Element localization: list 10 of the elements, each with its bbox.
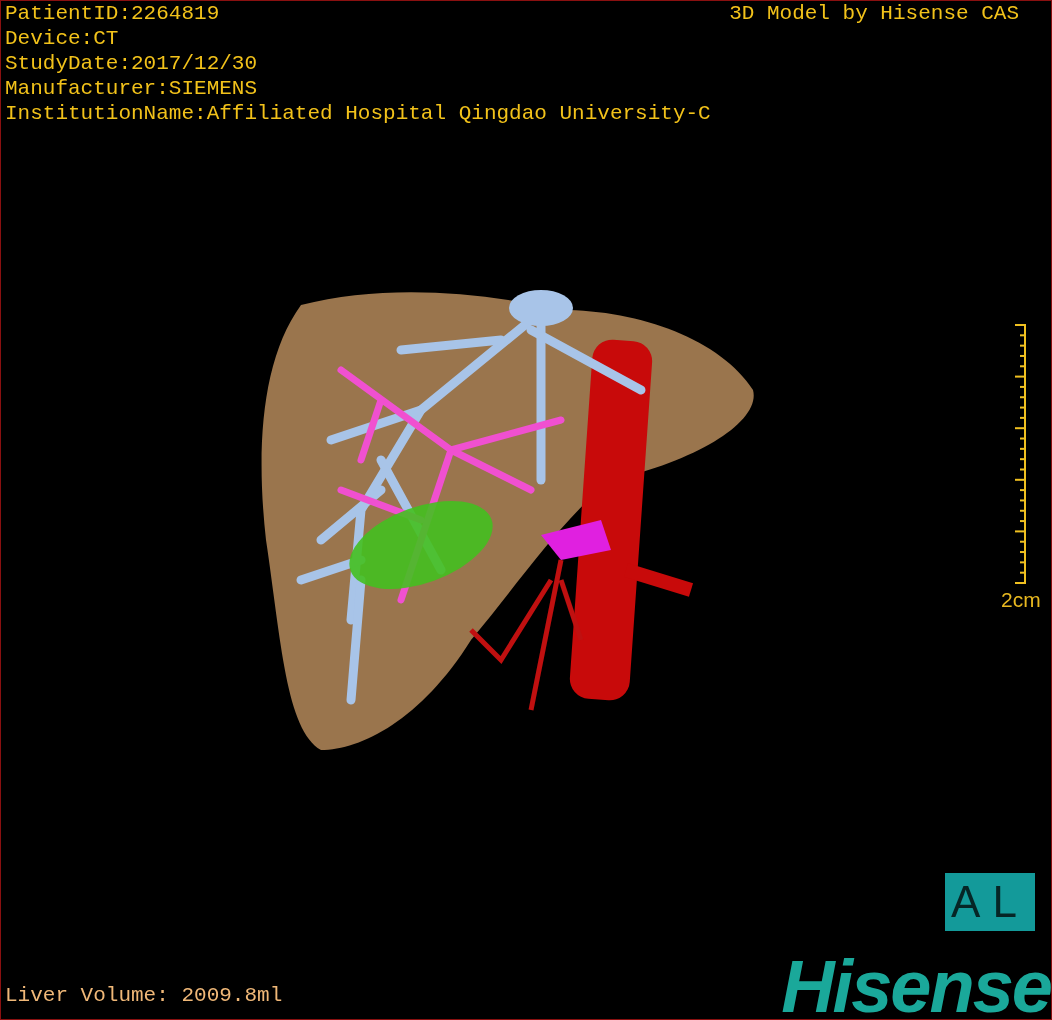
orientation-label: AL bbox=[945, 873, 1035, 931]
info-line: StudyDate:2017/12/30 bbox=[5, 51, 259, 76]
scale-label: 2cm bbox=[1001, 586, 1041, 613]
liver-volume-label: Liver Volume: 2009.8ml bbox=[4, 982, 284, 1009]
info-line: Device:CT bbox=[5, 26, 120, 51]
brand-logo: Hisense bbox=[781, 955, 1051, 1019]
viewer-title: 3D Model by Hisense CAS bbox=[729, 1, 1020, 27]
info-line: Manufacturer:SIEMENS bbox=[5, 76, 259, 101]
info-line: PatientID:2264819 bbox=[5, 1, 221, 26]
info-line: InstitutionName:Affiliated Hospital Qingdao University-C bbox=[5, 101, 711, 126]
